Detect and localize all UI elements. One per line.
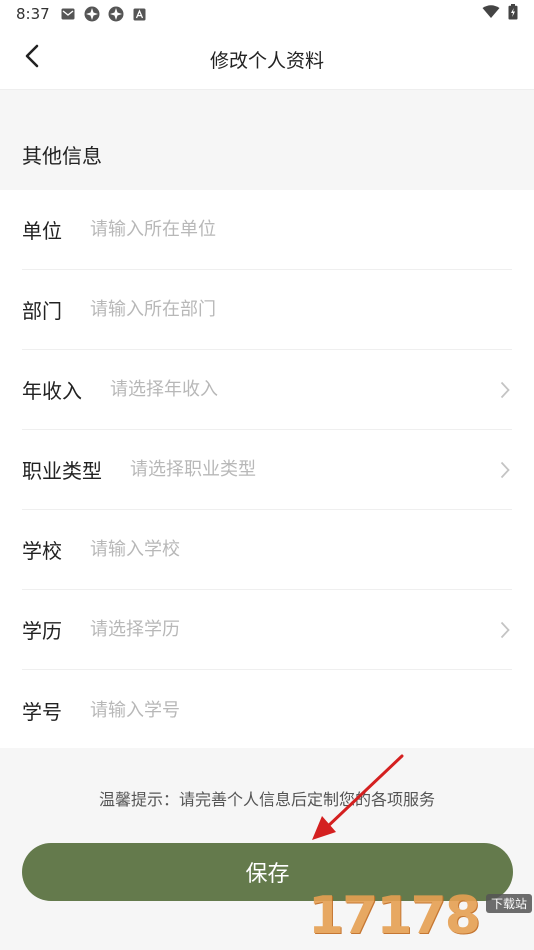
- field-row-education[interactable]: 学历: [22, 590, 512, 670]
- field-row-annual-income[interactable]: 年收入: [22, 350, 512, 430]
- section-title: 其他信息: [22, 143, 102, 168]
- pinwheel-icon: [108, 6, 124, 22]
- field-row-student-id[interactable]: 学号: [22, 670, 512, 750]
- chevron-right-icon: [498, 458, 512, 482]
- company-input[interactable]: [90, 209, 512, 250]
- battery-icon: [508, 4, 518, 24]
- field-label: 学历: [22, 619, 62, 643]
- chevron-right-icon: [498, 378, 512, 402]
- field-label: 学号: [22, 699, 62, 724]
- page-title: 修改个人资料: [209, 50, 324, 72]
- mail-icon: [60, 6, 76, 22]
- occupation-type-select[interactable]: [130, 449, 512, 490]
- department-input[interactable]: [90, 289, 512, 330]
- a-box-icon: [132, 6, 148, 22]
- field-row-occupation[interactable]: 职业类型: [22, 430, 512, 510]
- status-bar: 8:37: [0, 0, 534, 28]
- field-label: 部门: [22, 299, 62, 323]
- field-label: 职业类型: [22, 459, 102, 483]
- tip-text: 温馨提示：请完善个人信息后定制您的各项服务: [98, 790, 435, 809]
- app-header: 修改个人资料: [0, 28, 534, 90]
- field-label: 年收入: [22, 379, 82, 403]
- profile-form: 单位 部门 年收入 职业类型 学校 学历 学号: [0, 190, 534, 748]
- field-label: 单位: [22, 219, 62, 243]
- field-row-school[interactable]: 学校: [22, 510, 512, 590]
- student-id-input[interactable]: [90, 690, 512, 730]
- field-row-department[interactable]: 部门: [22, 270, 512, 350]
- field-label: 学校: [22, 539, 62, 563]
- annual-income-select[interactable]: [110, 369, 512, 410]
- save-button[interactable]: 保存: [22, 843, 513, 901]
- field-row-company[interactable]: 单位: [22, 190, 512, 270]
- wifi-icon: [482, 5, 500, 23]
- chevron-right-icon: [498, 618, 512, 642]
- school-input[interactable]: [90, 529, 512, 570]
- education-select[interactable]: [90, 609, 512, 650]
- pinwheel-icon: [84, 6, 100, 22]
- status-time: 8:37: [16, 5, 50, 23]
